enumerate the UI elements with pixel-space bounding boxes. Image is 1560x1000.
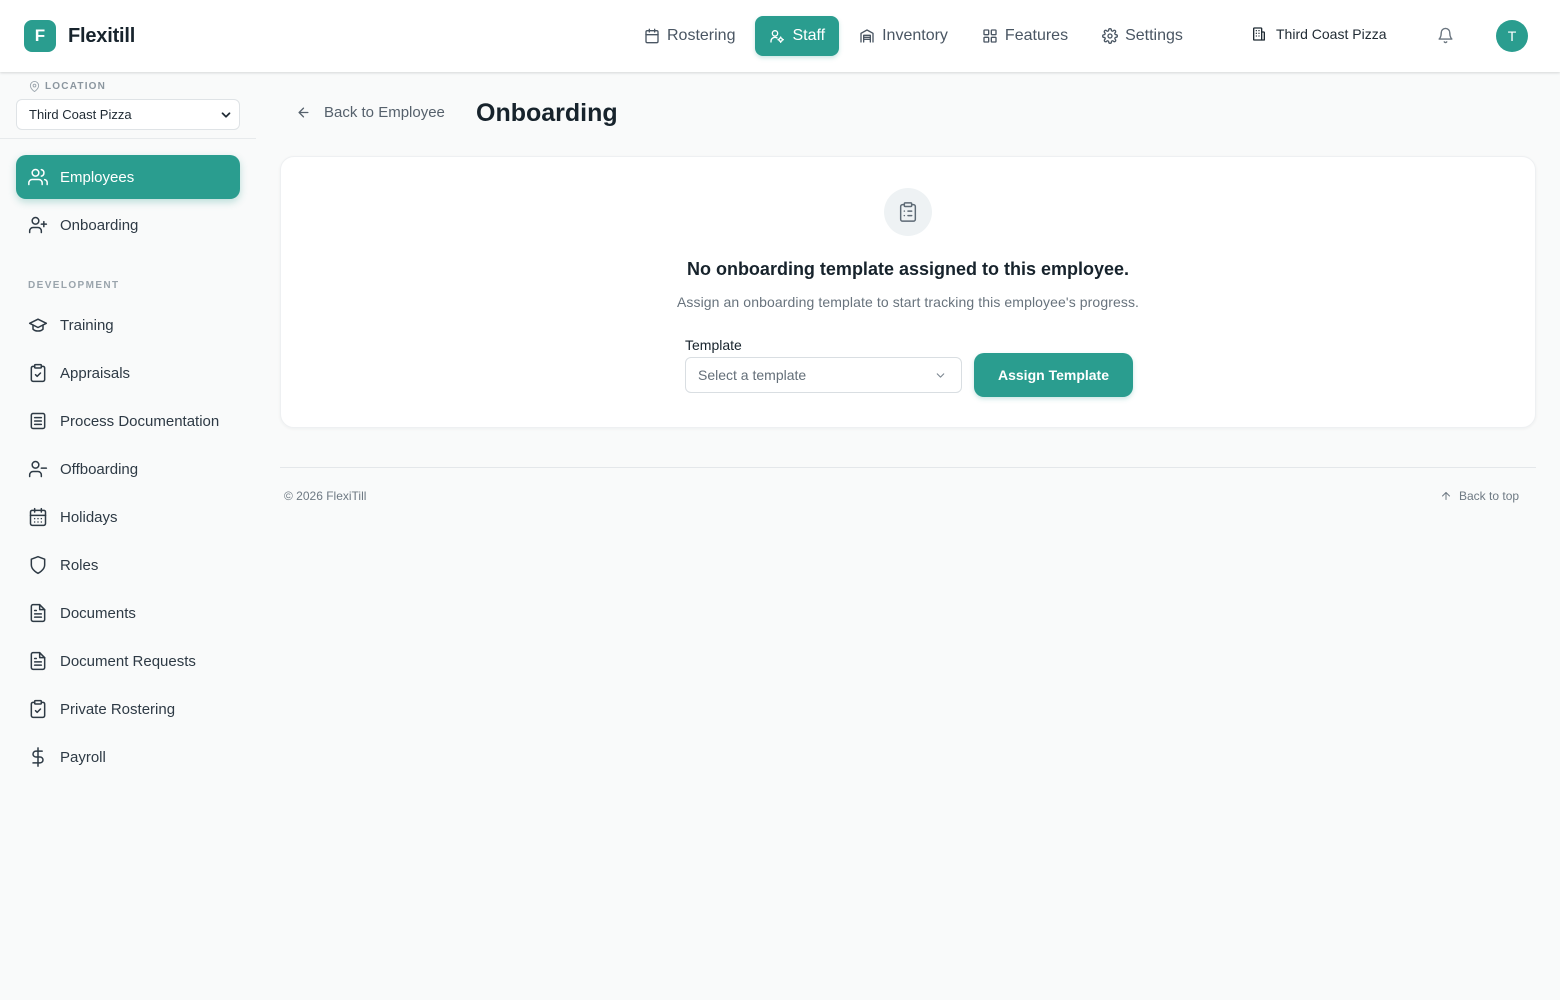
sidebar-section-development: DEVELOPMENT: [28, 280, 120, 291]
page-title: Onboarding: [476, 99, 618, 127]
sidebar-item-holidays[interactable]: Holidays: [16, 495, 240, 539]
back-to-top-label: Back to top: [1459, 489, 1520, 503]
arrow-left-icon: [296, 105, 311, 120]
bell-icon[interactable]: [1437, 27, 1454, 44]
sidebar-divider: [0, 138, 256, 139]
user-minus-icon: [28, 459, 48, 479]
empty-state-title: No onboarding template assigned to this …: [686, 259, 1130, 279]
nav-label: Features: [1004, 27, 1069, 44]
chevron-down-icon: [934, 369, 947, 382]
map-pin-icon: [29, 81, 40, 92]
location-select-value: Third Coast Pizza: [29, 107, 132, 122]
clipboard-check-icon: [28, 699, 48, 719]
calendar-days-icon: [28, 507, 48, 527]
sidebar-item-label: Holidays: [60, 508, 118, 526]
grid-icon: [982, 28, 998, 44]
location-name: Third Coast Pizza: [1276, 26, 1387, 42]
nav-features[interactable]: Features: [968, 16, 1082, 56]
clipboard-check-icon: [28, 363, 48, 383]
gear-icon: [1102, 28, 1118, 44]
sidebar-item-label: Offboarding: [60, 460, 139, 478]
nav-settings[interactable]: Settings: [1088, 16, 1197, 56]
location-label-text: LOCATION: [45, 81, 107, 92]
main-nav: Rostering Staff Inventory Features Setti…: [630, 16, 1203, 56]
nav-staff[interactable]: Staff: [755, 16, 840, 56]
copyright: © 2026 FlexiTill: [284, 489, 367, 503]
nav-rostering[interactable]: Rostering: [630, 16, 749, 56]
brand-logo: F: [24, 20, 56, 52]
sidebar-item-label: Employees: [60, 168, 135, 186]
nav-label: Staff: [792, 27, 826, 44]
sidebar-item-documents[interactable]: Documents: [16, 591, 240, 635]
back-to-top-link[interactable]: Back to top: [1440, 489, 1519, 503]
sidebar-item-offboarding[interactable]: Offboarding: [16, 447, 240, 491]
shield-icon: [28, 555, 48, 575]
sidebar-item-label: Payroll: [60, 748, 106, 766]
nav-label: Settings: [1125, 27, 1183, 44]
onboarding-empty-card: No onboarding template assigned to this …: [280, 156, 1536, 428]
location-switcher[interactable]: Third Coast Pizza: [1251, 26, 1386, 42]
sidebar-item-onboarding[interactable]: Onboarding: [16, 203, 240, 247]
back-to-employee-link[interactable]: Back to Employee: [296, 104, 445, 121]
nav-inventory[interactable]: Inventory: [845, 16, 962, 56]
sidebar-item-employees[interactable]: Employees: [16, 155, 240, 199]
location-select[interactable]: Third Coast Pizza: [16, 99, 240, 130]
calendar-icon: [644, 28, 660, 44]
user-plus-icon: [28, 215, 48, 235]
dollar-icon: [28, 747, 48, 767]
footer-divider: [280, 467, 1536, 468]
template-select-placeholder: Select a template: [698, 367, 807, 383]
file-text-icon: [28, 651, 48, 671]
file-text-icon: [28, 603, 48, 623]
arrow-up-icon: [1440, 490, 1452, 502]
graduation-cap-icon: [28, 315, 48, 335]
sidebar-item-label: Document Requests: [60, 652, 196, 670]
avatar[interactable]: T: [1496, 20, 1528, 52]
inventory-icon: [859, 28, 875, 44]
sidebar-item-roles[interactable]: Roles: [16, 543, 240, 587]
template-select[interactable]: Select a template: [685, 357, 962, 393]
empty-state-subtitle: Assign an onboarding template to start t…: [676, 294, 1140, 310]
assign-template-button[interactable]: Assign Template: [974, 353, 1133, 397]
document-icon: [28, 411, 48, 431]
location-label: LOCATION: [29, 81, 106, 92]
top-bar: F Flexitill Rostering Staff Inventory Fe…: [0, 0, 1560, 72]
nav-label: Inventory: [882, 27, 948, 44]
staff-icon: [769, 28, 785, 44]
sidebar-item-label: Documents: [60, 604, 136, 622]
sidebar-item-label: Roles: [60, 556, 99, 574]
sidebar-item-label: Private Rostering: [60, 700, 176, 718]
sidebar-item-label: Process Documentation: [60, 412, 220, 430]
sidebar-item-private-rostering[interactable]: Private Rostering: [16, 687, 240, 731]
clipboard-list-icon: [884, 188, 932, 236]
sidebar-item-label: Appraisals: [60, 364, 131, 382]
brand[interactable]: F Flexitill: [24, 20, 135, 52]
nav-label: Rostering: [667, 27, 736, 44]
brand-name: Flexitill: [68, 24, 136, 47]
sidebar-item-payroll[interactable]: Payroll: [16, 735, 240, 779]
users-icon: [28, 167, 48, 187]
sidebar-item-label: Training: [60, 316, 114, 334]
template-label: Template: [685, 337, 742, 353]
building-icon: [1251, 26, 1267, 42]
sidebar: LOCATION Third Coast Pizza Employees Onb…: [0, 72, 256, 1000]
sidebar-item-appraisals[interactable]: Appraisals: [16, 351, 240, 395]
sidebar-item-label: Onboarding: [60, 216, 139, 234]
back-link-label: Back to Employee: [324, 104, 445, 121]
sidebar-item-document-requests[interactable]: Document Requests: [16, 639, 240, 683]
sidebar-item-process-documentation[interactable]: Process Documentation: [16, 399, 240, 443]
chevron-down-icon: [219, 108, 233, 122]
sidebar-item-training[interactable]: Training: [16, 303, 240, 347]
